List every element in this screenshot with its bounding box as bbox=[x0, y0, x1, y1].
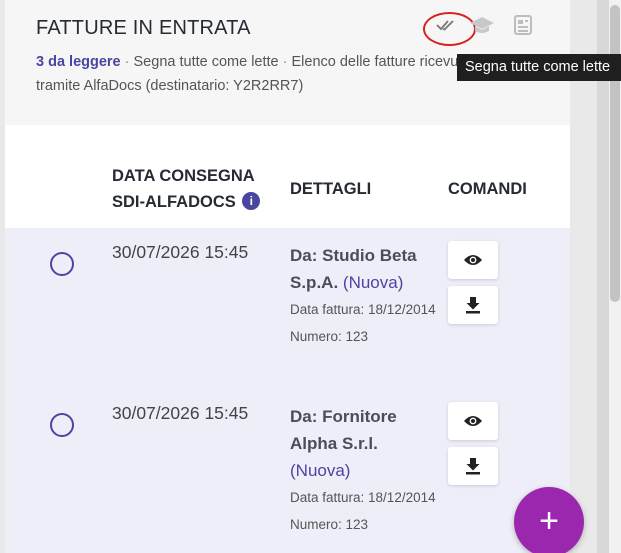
scrollbar-thumb[interactable] bbox=[610, 5, 620, 302]
panel-divider bbox=[597, 0, 609, 553]
invoice-date: Data fattura: 18/12/2014 bbox=[290, 490, 436, 505]
invoice-number: Numero: 123 bbox=[290, 329, 369, 344]
separator: · bbox=[120, 54, 134, 70]
separator: · bbox=[278, 54, 292, 70]
column-header-date[interactable]: DATA CONSEGNA SDI-ALFADOCS i bbox=[112, 163, 282, 215]
view-button[interactable] bbox=[448, 402, 498, 440]
column-header-date-label: DATA CONSEGNA SDI-ALFADOCS bbox=[112, 167, 255, 211]
invoice-panel: FATTURE IN ENTRATA 3 da leggere · Segna … bbox=[5, 0, 570, 553]
page-title: FATTURE IN ENTRATA bbox=[36, 17, 251, 39]
download-icon bbox=[466, 458, 480, 475]
mark-read-radio[interactable] bbox=[50, 252, 74, 276]
invoice-details: Da: Fornitore Alpha S.r.l. (Nuova) Data … bbox=[290, 403, 440, 538]
sender: Da: Fornitore Alpha S.r.l. (Nuova) bbox=[290, 403, 440, 484]
sender: Da: Studio Beta S.p.A. (Nuova) bbox=[290, 242, 440, 296]
invoice-details: Da: Studio Beta S.p.A. (Nuova) Data fatt… bbox=[290, 242, 440, 350]
download-button[interactable] bbox=[448, 286, 498, 324]
mark-read-radio[interactable] bbox=[50, 413, 74, 437]
page-subtitle: 3 da leggere · Segna tutte come lette · … bbox=[36, 50, 481, 100]
invoice-date: Data fattura: 18/12/2014 bbox=[290, 302, 436, 317]
plus-icon: + bbox=[539, 502, 559, 540]
download-button[interactable] bbox=[448, 447, 498, 485]
invoice-number: Numero: 123 bbox=[290, 517, 369, 532]
download-icon bbox=[466, 297, 480, 314]
info-icon[interactable]: i bbox=[242, 192, 261, 210]
document-icon bbox=[514, 15, 532, 35]
eye-icon bbox=[464, 255, 482, 265]
column-header-commands: COMANDI bbox=[448, 180, 527, 198]
table-header: DATA CONSEGNA SDI-ALFADOCS i DETTAGLI CO… bbox=[5, 150, 570, 228]
view-button[interactable] bbox=[448, 241, 498, 279]
unread-count-link[interactable]: 3 da leggere bbox=[36, 54, 121, 70]
delivery-date: 30/07/2026 15:45 bbox=[112, 242, 249, 262]
add-invoice-button[interactable]: + bbox=[514, 487, 584, 553]
document-button[interactable] bbox=[508, 10, 538, 40]
eye-icon bbox=[464, 416, 482, 426]
sender-name: Da: Fornitore Alpha S.r.l. bbox=[290, 407, 397, 453]
status-badge: (Nuova) bbox=[342, 273, 404, 292]
mark-all-read-link[interactable]: Segna tutte come lette bbox=[134, 54, 279, 70]
status-badge: (Nuova) bbox=[290, 461, 351, 480]
tooltip: Segna tutte come lette bbox=[457, 54, 621, 81]
graduation-cap-icon bbox=[470, 17, 494, 33]
tutorial-button[interactable] bbox=[467, 10, 497, 40]
table-body: 30/07/2026 15:45 Da: Studio Beta S.p.A. … bbox=[5, 228, 570, 553]
column-header-details: DETTAGLI bbox=[290, 180, 372, 198]
delivery-date: 30/07/2026 15:45 bbox=[112, 403, 249, 423]
